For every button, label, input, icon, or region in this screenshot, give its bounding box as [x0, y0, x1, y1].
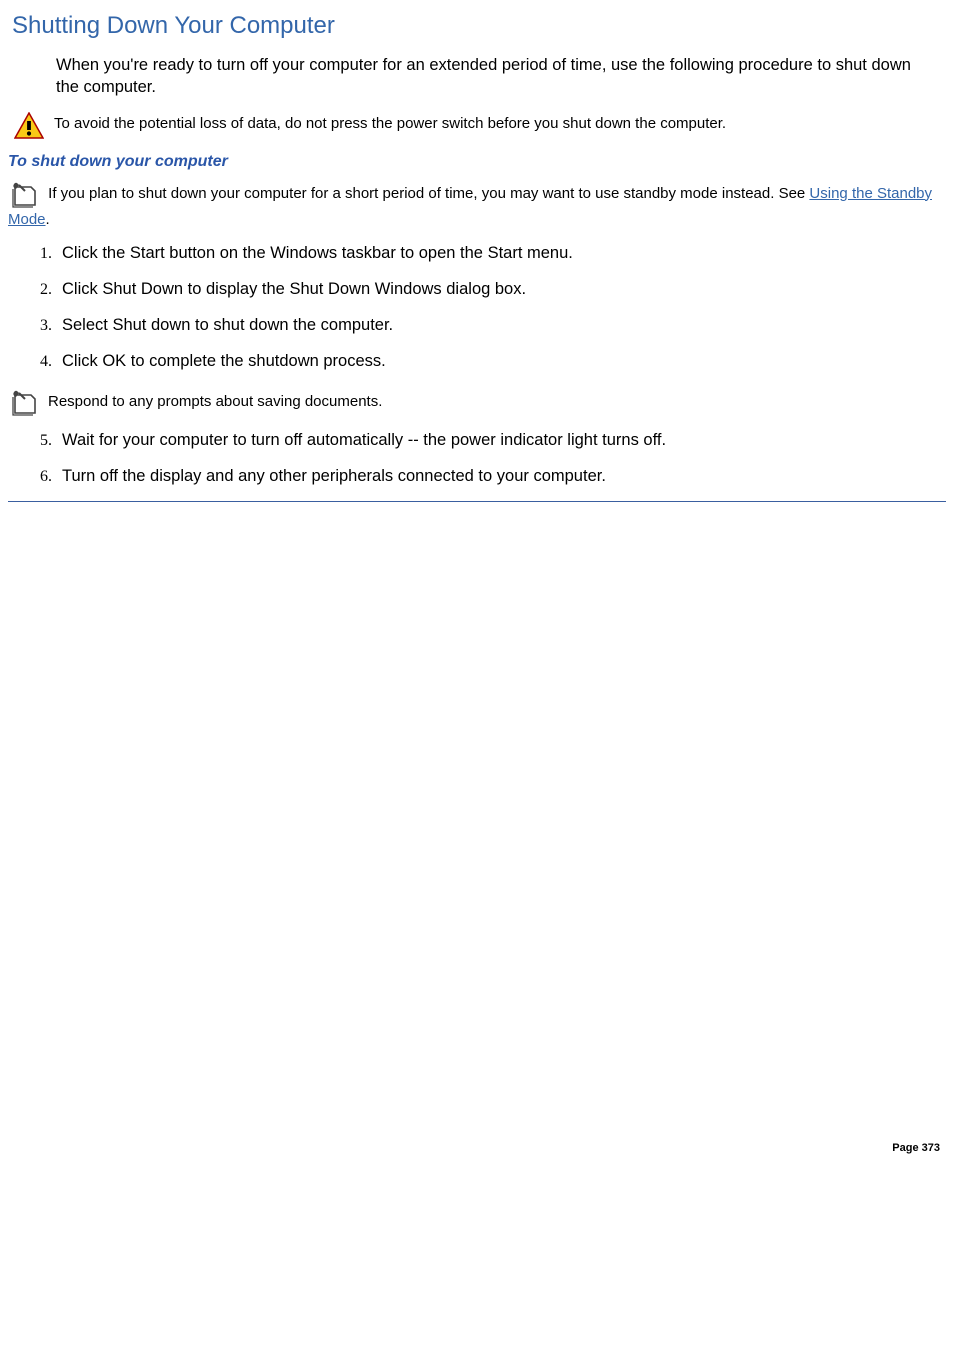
page-title: Shutting Down Your Computer	[12, 12, 946, 40]
intro-paragraph: When you're ready to turn off your compu…	[56, 54, 938, 99]
step-item: Wait for your computer to turn off autom…	[56, 429, 946, 451]
subheading: To shut down your computer	[8, 153, 946, 171]
note-saving: Respond to any prompts about saving docu…	[8, 387, 946, 417]
caution-callout: To avoid the potential loss of data, do …	[12, 111, 942, 141]
step-item: Click the Start button on the Windows ta…	[56, 242, 946, 264]
note-standby-prefix: If you plan to shut down your computer f…	[48, 185, 809, 202]
step-item: Click OK to complete the shutdown proces…	[56, 350, 946, 372]
caution-icon	[12, 111, 46, 141]
step-item: Turn off the display and any other perip…	[56, 465, 946, 487]
note-icon	[8, 387, 42, 417]
steps-list-a: Click the Start button on the Windows ta…	[36, 242, 946, 373]
note-icon	[8, 179, 42, 209]
step-item: Click Shut Down to display the Shut Down…	[56, 278, 946, 300]
divider	[8, 501, 946, 502]
step-item: Select Shut down to shut down the comput…	[56, 314, 946, 336]
steps-list-b: Wait for your computer to turn off autom…	[36, 429, 946, 488]
note-standby-suffix: .	[46, 211, 50, 228]
note-saving-text: Respond to any prompts about saving docu…	[48, 393, 382, 410]
note-standby: If you plan to shut down your computer f…	[8, 179, 946, 230]
page-number: Page 373	[8, 1142, 946, 1154]
caution-text: To avoid the potential loss of data, do …	[54, 111, 942, 134]
